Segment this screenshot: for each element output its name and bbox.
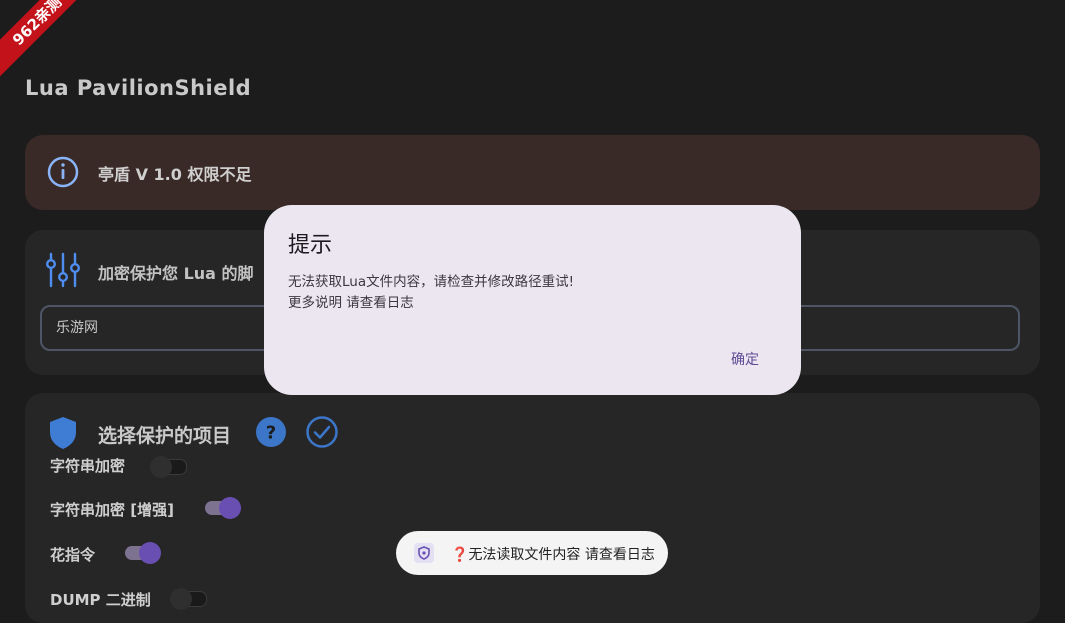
svg-text:?: ? (266, 423, 276, 444)
option-string-encrypt: 字符串加密 (50, 455, 125, 476)
encrypt-title: 加密保护您 Lua 的脚 (98, 264, 254, 283)
permission-alert-card: 亭盾 V 1.0 权限不足 (25, 135, 1040, 210)
option-label: DUMP 二进制 (50, 591, 151, 609)
options-title: 选择保护的项目 (98, 425, 232, 447)
option-label: 字符串加密 [增强] (50, 501, 174, 519)
toast-message: ❓无法读取文件内容 请查看日志 (396, 531, 668, 575)
dialog-message: 无法获取Lua文件内容，请检查并修改路径重试! 更多说明 请查看日志 (288, 272, 574, 314)
dialog-ok-button[interactable]: 确定 (715, 345, 775, 373)
question-icon: ❓ (451, 547, 469, 563)
dialog-message-line: 更多说明 请查看日志 (288, 295, 414, 311)
app-icon (414, 543, 434, 563)
watermark-ribbon: 962亲测 (0, 0, 100, 84)
protection-options-card: 选择保护的项目 ? 字符串加密 字符串加密 [增强] 花指令 DUMP 二进制 (25, 393, 1040, 623)
alert-dialog: 提示 无法获取Lua文件内容，请检查并修改路径重试! 更多说明 请查看日志 确定 (264, 205, 801, 395)
check-circle-icon[interactable] (306, 416, 338, 452)
shield-icon (47, 415, 79, 455)
toast-label: 无法读取文件内容 请查看日志 (468, 547, 655, 563)
option-label: 花指令 (50, 546, 96, 564)
info-icon (47, 156, 79, 192)
dialog-message-line: 无法获取Lua文件内容，请检查并修改路径重试! (288, 274, 575, 290)
option-string-encrypt-enhanced-toggle[interactable] (205, 497, 241, 519)
option-junk-code: 花指令 (50, 544, 95, 565)
option-dump-binary: DUMP 二进制 (50, 589, 151, 610)
option-label: 字符串加密 (50, 457, 126, 475)
option-dump-binary-toggle[interactable] (170, 588, 207, 610)
app-title: Lua PavilionShield (25, 76, 252, 100)
sliders-icon (43, 250, 83, 294)
alert-text: 亭盾 V 1.0 权限不足 (98, 165, 252, 184)
option-string-encrypt-enhanced: 字符串加密 [增强] (50, 499, 174, 520)
toast-text: ❓无法读取文件内容 请查看日志 (451, 544, 655, 564)
dialog-title: 提示 (288, 233, 333, 258)
option-junk-code-toggle[interactable] (125, 542, 161, 564)
option-string-encrypt-toggle[interactable] (150, 456, 187, 478)
help-icon[interactable]: ? (255, 416, 287, 452)
